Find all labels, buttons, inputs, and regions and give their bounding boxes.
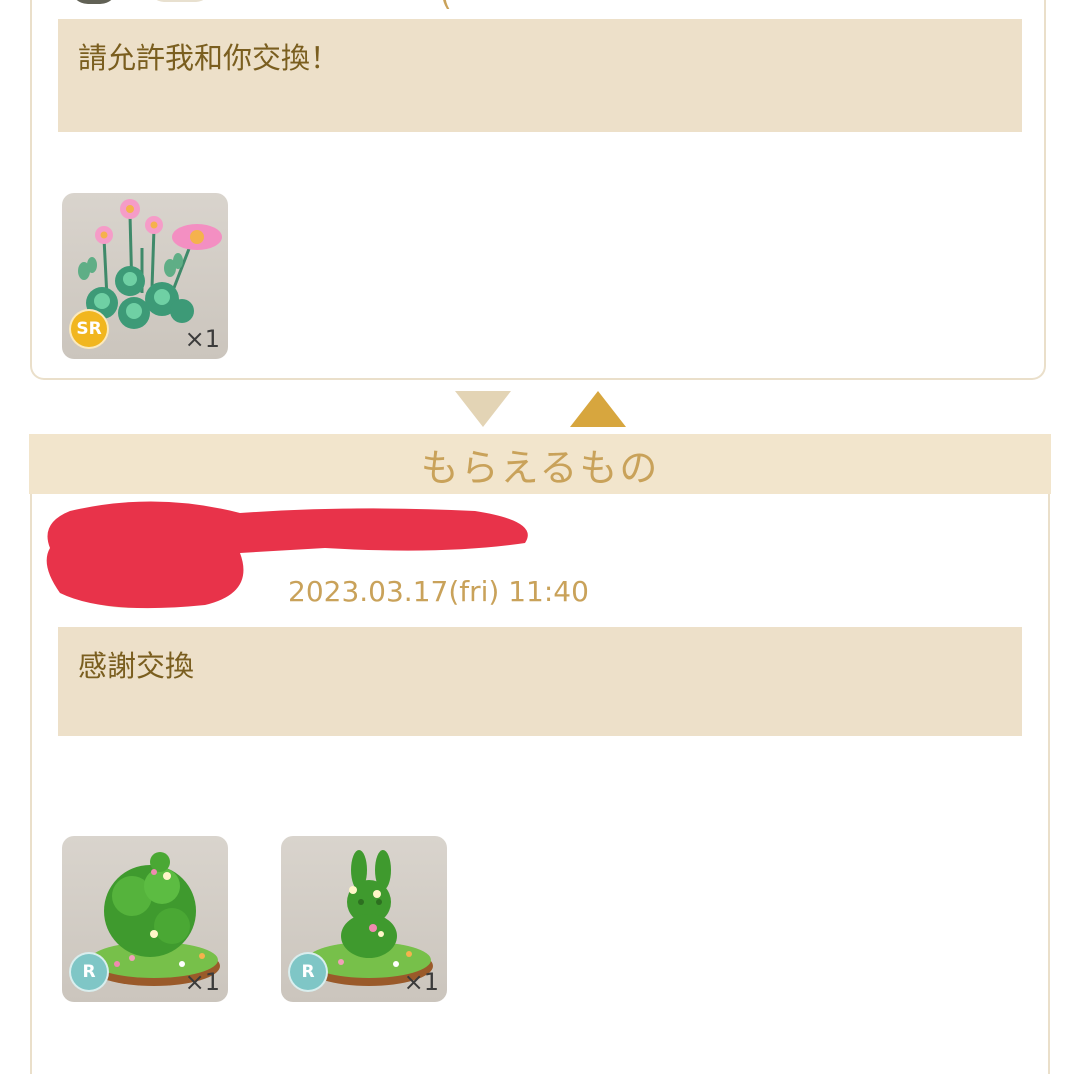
item-tile-bunny-topiary[interactable]: R ×1 (281, 836, 447, 1002)
rarity-badge: R (288, 952, 328, 992)
arrow-down-icon (455, 391, 511, 427)
rarity-badge: SR (69, 309, 109, 349)
receive-message: 感謝交換 (58, 627, 1022, 736)
item-tile-round-topiary[interactable]: R ×1 (62, 836, 228, 1002)
date-partial: ( (440, 0, 452, 13)
item-tile-flower[interactable]: SR ×1 (62, 193, 228, 359)
item-quantity: ×1 (403, 968, 439, 996)
trade-timestamp: 2023.03.17(fri) 11:40 (288, 575, 589, 608)
item-quantity: ×1 (184, 968, 220, 996)
receive-section-header: もらえるもの (29, 434, 1051, 494)
offer-message: 請允許我和你交換！ (58, 19, 1022, 132)
rarity-badge: R (69, 952, 109, 992)
item-quantity: ×1 (184, 325, 220, 353)
arrow-up-icon (570, 391, 626, 427)
